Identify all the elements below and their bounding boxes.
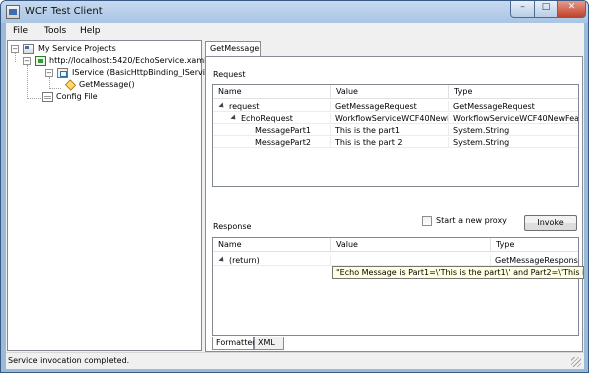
collapse-icon[interactable]: − — [11, 45, 19, 53]
cell-name: MessagePart1 — [213, 125, 331, 136]
cell-name-text: request — [229, 102, 260, 111]
tree-item-label: IService (BasicHttpBinding_IService) — [72, 68, 218, 77]
tree-item-label: Config File — [56, 92, 98, 101]
tree-item-label: My Service Projects — [38, 44, 116, 53]
status-bar: Service invocation completed. — [6, 352, 584, 369]
cell-name: (return) — [213, 255, 331, 266]
menu-help[interactable]: Help — [80, 26, 101, 36]
close-icon: ✕ — [567, 2, 576, 12]
cell-type: System.String — [449, 125, 578, 136]
cell-name: MessagePart2 — [213, 137, 331, 148]
tab-xml[interactable]: XML — [254, 337, 284, 350]
service-tree[interactable]: − My Service Projects − http://localhost… — [7, 40, 217, 351]
interface-icon — [57, 68, 68, 78]
title-bar[interactable]: WCF Test Client – □ ✕ — [1, 1, 588, 23]
invoke-button[interactable]: Invoke — [524, 215, 577, 231]
tab-getmessage[interactable]: GetMessage — [205, 41, 261, 57]
tree-item-config[interactable]: Config File — [42, 91, 142, 103]
table-row[interactable]: (return) GetMessageResponse — [213, 255, 578, 266]
request-grid-header: Name Value Type — [213, 85, 578, 99]
tree-connector — [27, 65, 28, 99]
app-icon — [6, 5, 20, 19]
expand-triangle-icon[interactable] — [218, 256, 226, 264]
client-area: File Tools Help − My Service Projects − … — [6, 23, 584, 369]
operation-tab-strip: GetMessage — [205, 40, 583, 57]
expand-triangle-icon[interactable] — [218, 102, 226, 110]
window-title: WCF Test Client — [25, 6, 103, 17]
tree-item-label: http://localhost:5420/EchoService.xamlx — [49, 56, 212, 65]
table-row[interactable]: request GetMessageRequest GetMessageRequ… — [213, 101, 578, 112]
menu-tools[interactable]: Tools — [44, 26, 66, 36]
cell-value[interactable]: WorkflowServiceWCF40NewFeat — [331, 113, 449, 124]
close-button[interactable]: ✕ — [557, 1, 586, 18]
minimize-button[interactable]: – — [510, 1, 535, 18]
request-label: Request — [213, 70, 246, 79]
tree-connector — [49, 88, 61, 89]
column-header-type[interactable]: Type — [449, 85, 578, 99]
table-row[interactable]: EchoRequest WorkflowServiceWCF40NewFeat … — [213, 113, 578, 124]
resize-grip-icon[interactable] — [571, 357, 581, 367]
column-header-name[interactable]: Name — [213, 238, 331, 252]
status-text: Service invocation completed. — [8, 356, 130, 365]
new-proxy-checkbox[interactable] — [422, 216, 432, 226]
cell-name-text: (return) — [229, 256, 260, 265]
column-header-value[interactable]: Value — [331, 238, 491, 252]
cell-name-text: EchoRequest — [241, 114, 293, 123]
tree-item-root[interactable]: − My Service Projects — [11, 43, 201, 55]
tree-item-label: GetMessage() — [79, 80, 135, 89]
menu-file[interactable]: File — [13, 26, 28, 36]
response-grid-header: Name Value Type — [213, 238, 578, 252]
collapse-icon[interactable]: − — [45, 69, 53, 77]
menu-bar: File Tools Help — [6, 23, 584, 40]
expand-triangle-icon[interactable] — [230, 114, 238, 122]
table-row[interactable]: MessagePart2 This is the part 2 System.S… — [213, 137, 578, 148]
tree-connector — [27, 98, 41, 99]
cell-type: GetMessageResponse — [491, 255, 578, 266]
cell-value[interactable]: GetMessageRequest — [331, 101, 449, 112]
tree-item-contract[interactable]: − IService (BasicHttpBinding_IService) — [45, 67, 217, 79]
tree-item-operation[interactable]: GetMessage() — [63, 79, 153, 91]
table-row[interactable]: MessagePart1 This is the part1 System.St… — [213, 125, 578, 136]
project-icon — [23, 44, 34, 54]
cell-type: WorkflowServiceWCF40NewFeatures — [449, 113, 578, 124]
cell-type: System.String — [449, 137, 578, 148]
cell-value[interactable]: This is the part1 — [331, 125, 449, 136]
tab-formatted[interactable]: Formatted — [212, 337, 257, 350]
maximize-icon: □ — [541, 2, 551, 12]
cell-value[interactable] — [331, 255, 491, 266]
operation-panel: Request Name Value Type request GetMessa… — [205, 56, 584, 352]
minimize-icon: – — [520, 2, 525, 12]
response-label: Response — [213, 222, 252, 231]
config-file-icon — [42, 92, 53, 102]
new-proxy-label: Start a new proxy — [436, 216, 507, 225]
column-header-value[interactable]: Value — [331, 85, 449, 99]
operation-icon — [64, 79, 77, 91]
cell-name: EchoRequest — [213, 113, 331, 124]
cell-name: request — [213, 101, 331, 112]
collapse-icon[interactable]: − — [23, 57, 31, 65]
column-header-type[interactable]: Type — [491, 238, 578, 252]
cell-value[interactable]: This is the part 2 — [331, 137, 449, 148]
column-header-name[interactable]: Name — [213, 85, 331, 99]
value-tooltip: "Echo Message is Part1=\'This is the par… — [332, 266, 584, 279]
response-grid[interactable]: Name Value Type (return) GetMessageRespo… — [212, 237, 579, 336]
request-grid[interactable]: Name Value Type request GetMessageReques… — [212, 84, 579, 187]
service-icon — [35, 56, 46, 66]
cell-type: GetMessageRequest — [449, 101, 578, 112]
tree-item-endpoint[interactable]: − http://localhost:5420/EchoService.xaml… — [23, 55, 211, 67]
main-window: WCF Test Client – □ ✕ File Tools Help − … — [0, 0, 589, 373]
maximize-button[interactable]: □ — [534, 1, 558, 18]
